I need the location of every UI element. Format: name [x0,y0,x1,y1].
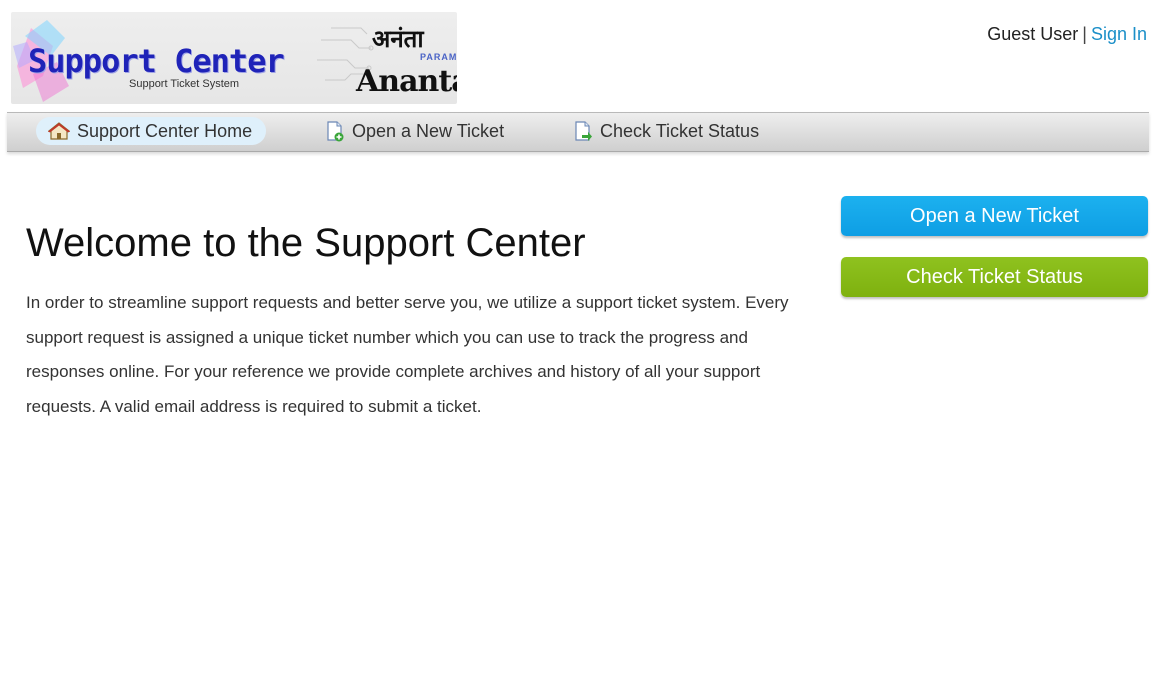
nav-item-label: Support Center Home [77,120,253,141]
nav-item-home[interactable]: Support Center Home [36,117,267,145]
brand-devanagari-text: अनंता [372,24,424,53]
ticket-status-icon [575,121,592,141]
page-title: Welcome to the Support Center [26,221,586,265]
open-new-ticket-button[interactable]: Open a New Ticket [841,196,1148,236]
new-ticket-icon [327,121,344,142]
user-separator: | [1082,24,1087,44]
brand-param-text: PARAM [420,52,457,62]
home-icon [48,122,70,140]
guest-user-label: Guest User [987,24,1079,44]
nav-item-label: Check Ticket Status [600,120,760,141]
logo-subtitle: Support Ticket System [129,78,240,90]
nav-item-open-ticket[interactable]: Open a New Ticket [313,117,518,145]
sign-in-link[interactable]: Sign In [1091,24,1147,44]
check-ticket-status-button[interactable]: Check Ticket Status [841,257,1148,297]
nav-item-label: Open a New Ticket [352,120,505,141]
intro-paragraph: In order to streamline support requests … [26,293,789,416]
main-nav: Support Center Home Open a New Ticket Ch… [7,112,1149,152]
brand-name: Ananta [356,64,457,99]
user-status: Guest User | Sign In [987,24,1147,45]
nav-item-check-status[interactable]: Check Ticket Status [561,117,773,145]
logo-title: Support Center [28,42,285,80]
site-logo[interactable]: Support Center Support Ticket System अनं… [11,12,457,104]
